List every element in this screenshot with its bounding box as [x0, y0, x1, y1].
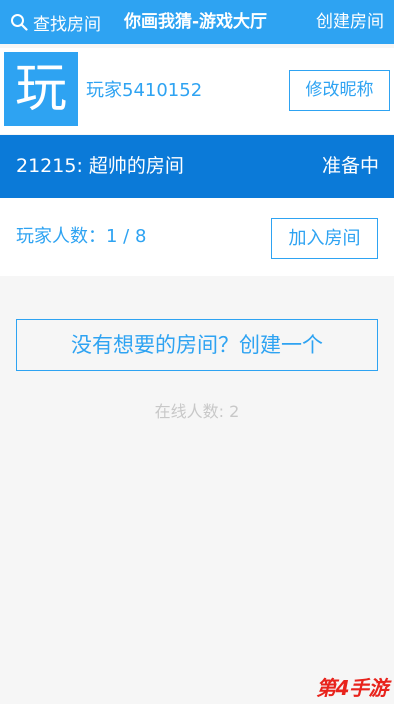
find-room-label: 查找房间	[33, 14, 101, 35]
room-card-header[interactable]: 21215: 超帅的房间 准备中	[0, 135, 394, 198]
room-status: 准备中	[321, 155, 379, 177]
player-nickname: 玩家5410152	[86, 80, 203, 101]
top-navigation-bar: 查找房间 你画我猜-游戏大厅 创建房间	[0, 0, 394, 44]
online-user-count: 在线人数: 2	[154, 402, 240, 421]
create-room-button[interactable]: 创建房间	[316, 0, 384, 44]
watermark-logo: 第4手游	[316, 676, 388, 700]
room-card-body: 玩家人数：1 / 8 加入房间	[0, 198, 394, 276]
change-nickname-button[interactable]: 修改昵称	[289, 70, 390, 111]
create-room-cta-button[interactable]: 没有想要的房间？创建一个	[16, 319, 378, 371]
room-name: 21215: 超帅的房间	[16, 155, 184, 177]
page-title: 你画我猜-游戏大厅	[124, 12, 268, 32]
room-player-count: 玩家人数：1 / 8	[16, 226, 147, 247]
find-room-button[interactable]: 查找房间	[10, 0, 101, 44]
join-room-button[interactable]: 加入房间	[271, 218, 378, 259]
avatar: 玩	[4, 52, 78, 126]
search-icon	[10, 13, 28, 31]
player-profile: 玩 玩家5410152 修改昵称	[0, 48, 394, 134]
